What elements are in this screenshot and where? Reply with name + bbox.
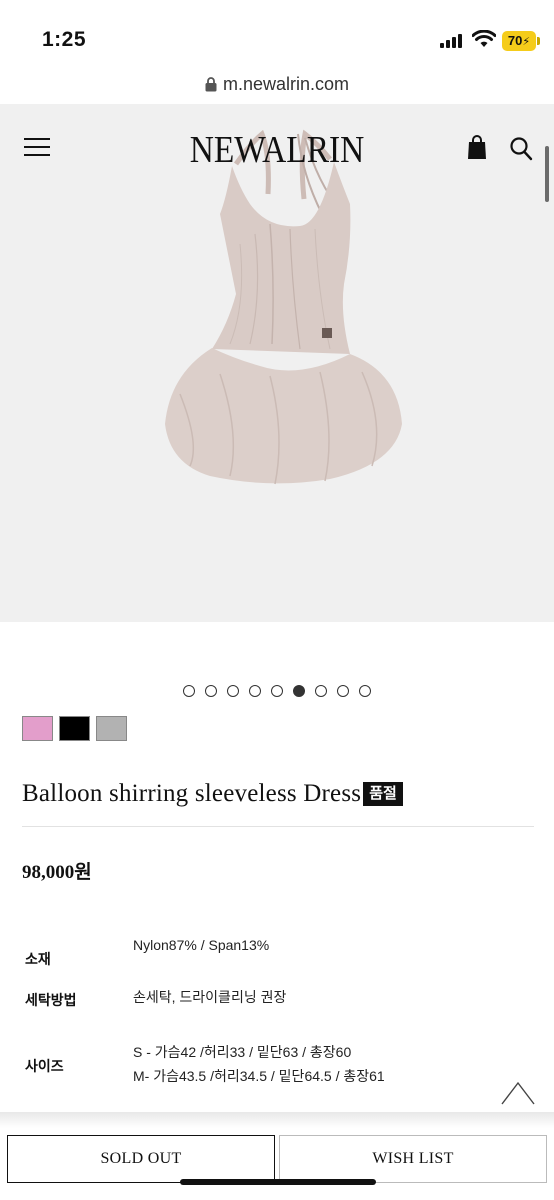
battery-tip: [537, 37, 540, 45]
product-title-row: Balloon shirring sleeveless Dress 품절: [22, 780, 542, 808]
carousel-dot[interactable]: [183, 685, 195, 697]
color-swatches: [22, 716, 127, 742]
bottom-action-bar: SOLD OUT WISH LIST: [0, 1128, 554, 1200]
carousel-dot[interactable]: [337, 685, 349, 697]
carousel-dot[interactable]: [359, 685, 371, 697]
carousel-dot[interactable]: [205, 685, 217, 697]
product-price: 98,000원: [22, 862, 92, 883]
site-logo[interactable]: NEWALRIN: [33, 128, 521, 172]
bottom-shadow: [0, 1112, 554, 1128]
carousel-dot[interactable]: [315, 685, 327, 697]
divider: [22, 826, 534, 827]
lock-icon: [205, 77, 217, 92]
carousel-dot[interactable]: [227, 685, 239, 697]
washing-value: 손세탁, 드라이클리닝 권장: [133, 989, 287, 1005]
size-m-value: M- 가슴43.5 /허리34.5 / 밑단64.5 / 총장61: [133, 1068, 385, 1084]
search-icon[interactable]: [509, 136, 533, 162]
material-value: Nylon87% / Span13%: [133, 937, 270, 953]
sold-out-button[interactable]: SOLD OUT: [7, 1135, 275, 1183]
battery-level: 70: [507, 33, 523, 48]
home-indicator[interactable]: [180, 1179, 376, 1185]
product-title: Balloon shirring sleeveless Dress: [22, 780, 362, 807]
size-s-value: S - 가슴42 /허리33 / 밑단63 / 총장60: [133, 1044, 352, 1060]
color-swatch-pink[interactable]: [22, 716, 53, 741]
status-bar: 1:25 70⚡: [0, 0, 554, 72]
address-bar[interactable]: m.newalrin.com: [0, 72, 554, 104]
carousel-dot[interactable]: [249, 685, 261, 697]
status-time: 1:25: [42, 28, 87, 51]
soldout-badge: 품절: [363, 782, 403, 806]
wifi-icon: [472, 30, 496, 47]
wish-list-button[interactable]: WISH LIST: [279, 1135, 547, 1183]
shopping-bag-icon[interactable]: [466, 134, 488, 160]
cellular-signal-icon: [440, 34, 464, 48]
size-label: 사이즈: [25, 1058, 64, 1074]
battery-indicator: 70⚡: [502, 31, 536, 51]
carousel-dots: [0, 685, 554, 701]
material-label: 소재: [25, 951, 51, 967]
site-header: NEWALRIN: [0, 104, 554, 196]
url-text: m.newalrin.com: [222, 74, 350, 94]
carousel-dot[interactable]: [271, 685, 283, 697]
washing-label: 세탁방법: [25, 992, 77, 1008]
scroll-top-icon[interactable]: [500, 1080, 536, 1106]
carousel-dot[interactable]: [293, 685, 305, 697]
color-swatch-black[interactable]: [59, 716, 90, 741]
color-swatch-gray[interactable]: [96, 716, 127, 741]
